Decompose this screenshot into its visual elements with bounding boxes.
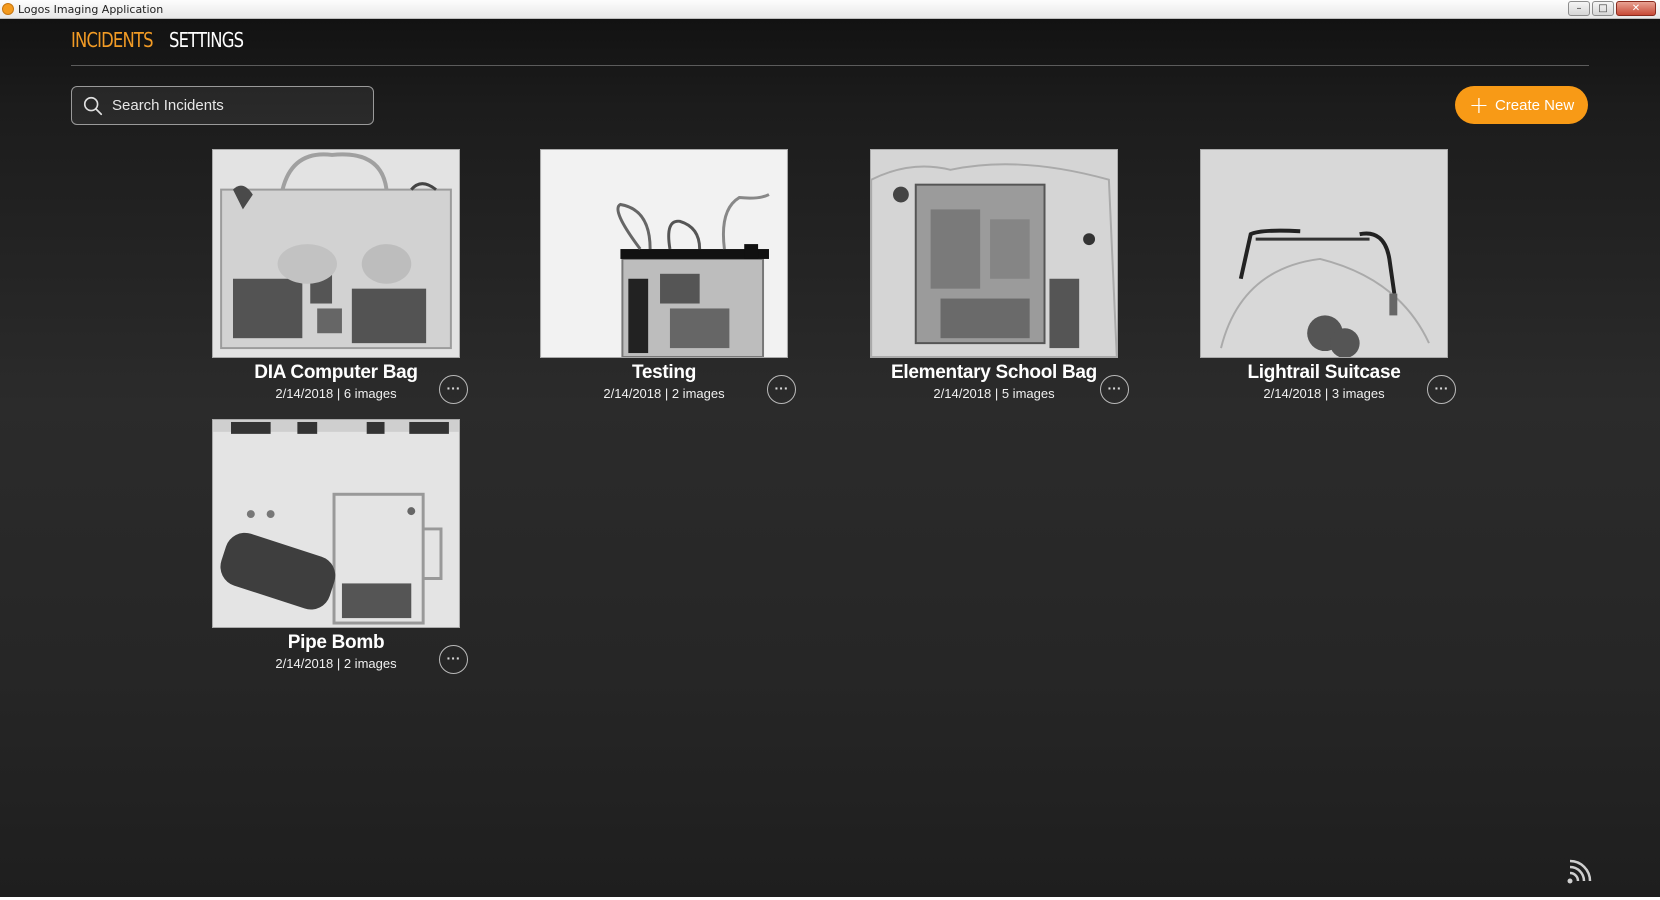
app-icon	[2, 3, 14, 15]
incident-meta: 2/14/2018 | 2 images	[275, 656, 397, 671]
more-options-button[interactable]: ···	[439, 645, 468, 674]
close-button[interactable]: ✕	[1616, 1, 1656, 16]
incident-meta: 2/14/2018 | 3 images	[1263, 386, 1385, 401]
more-options-button[interactable]: ···	[1427, 375, 1456, 404]
xray-image	[213, 150, 459, 357]
incident-title: DIA Computer Bag	[254, 362, 418, 383]
ellipsis-icon: ···	[1107, 379, 1122, 396]
plus-icon: +	[1468, 91, 1489, 119]
incident-meta: 2/14/2018 | 2 images	[603, 386, 725, 401]
search-icon	[83, 96, 103, 115]
incident-card: Testing 2/14/2018 | 2 images ···	[540, 149, 800, 409]
incident-title: Pipe Bomb	[287, 632, 385, 653]
incident-thumbnail[interactable]	[870, 149, 1118, 358]
incident-thumbnail[interactable]	[212, 149, 460, 358]
incident-meta: 2/14/2018 | 5 images	[933, 386, 1055, 401]
incident-card: DIA Computer Bag 2/14/2018 | 6 images ··…	[212, 149, 472, 409]
search-box[interactable]	[71, 86, 374, 125]
incident-meta: 2/14/2018 | 6 images	[275, 386, 397, 401]
search-input[interactable]	[112, 97, 352, 114]
incident-thumbnail[interactable]	[1200, 149, 1448, 358]
incident-title: Lightrail Suitcase	[1247, 362, 1401, 383]
xray-image	[541, 150, 787, 357]
window-controls: – □ ✕	[1568, 1, 1656, 16]
more-options-button[interactable]: ···	[767, 375, 796, 404]
tab-settings[interactable]: SETTINGS	[169, 28, 244, 52]
window-title: Logos Imaging Application	[18, 2, 164, 16]
incident-title: Testing	[631, 362, 697, 383]
ellipsis-icon: ···	[1434, 379, 1449, 396]
incident-thumbnail[interactable]	[540, 149, 788, 358]
ellipsis-icon: ···	[446, 649, 461, 666]
incident-card: Elementary School Bag 2/14/2018 | 5 imag…	[870, 149, 1130, 409]
more-options-button[interactable]: ···	[1100, 375, 1129, 404]
connection-status-icon	[1567, 859, 1592, 884]
more-options-button[interactable]: ···	[439, 375, 468, 404]
incident-card: Lightrail Suitcase 2/14/2018 | 3 images …	[1200, 149, 1460, 409]
create-new-label: Create New	[1494, 96, 1575, 114]
incident-title: Elementary School Bag	[891, 362, 1097, 383]
main-nav: INCIDENTS SETTINGS	[71, 28, 259, 52]
maximize-button[interactable]: □	[1592, 1, 1614, 16]
xray-image	[213, 420, 459, 627]
minimize-button[interactable]: –	[1568, 1, 1590, 16]
tab-incidents[interactable]: INCIDENTS	[71, 28, 154, 52]
window-titlebar: Logos Imaging Application – □ ✕	[0, 0, 1660, 19]
xray-image	[1201, 150, 1447, 357]
incident-card: Pipe Bomb 2/14/2018 | 2 images ···	[212, 419, 472, 679]
incident-thumbnail[interactable]	[212, 419, 460, 628]
create-new-button[interactable]: + Create New	[1455, 86, 1588, 124]
ellipsis-icon: ···	[774, 379, 789, 396]
nav-divider	[71, 65, 1589, 66]
ellipsis-icon: ···	[446, 379, 461, 396]
xray-image	[871, 150, 1117, 357]
